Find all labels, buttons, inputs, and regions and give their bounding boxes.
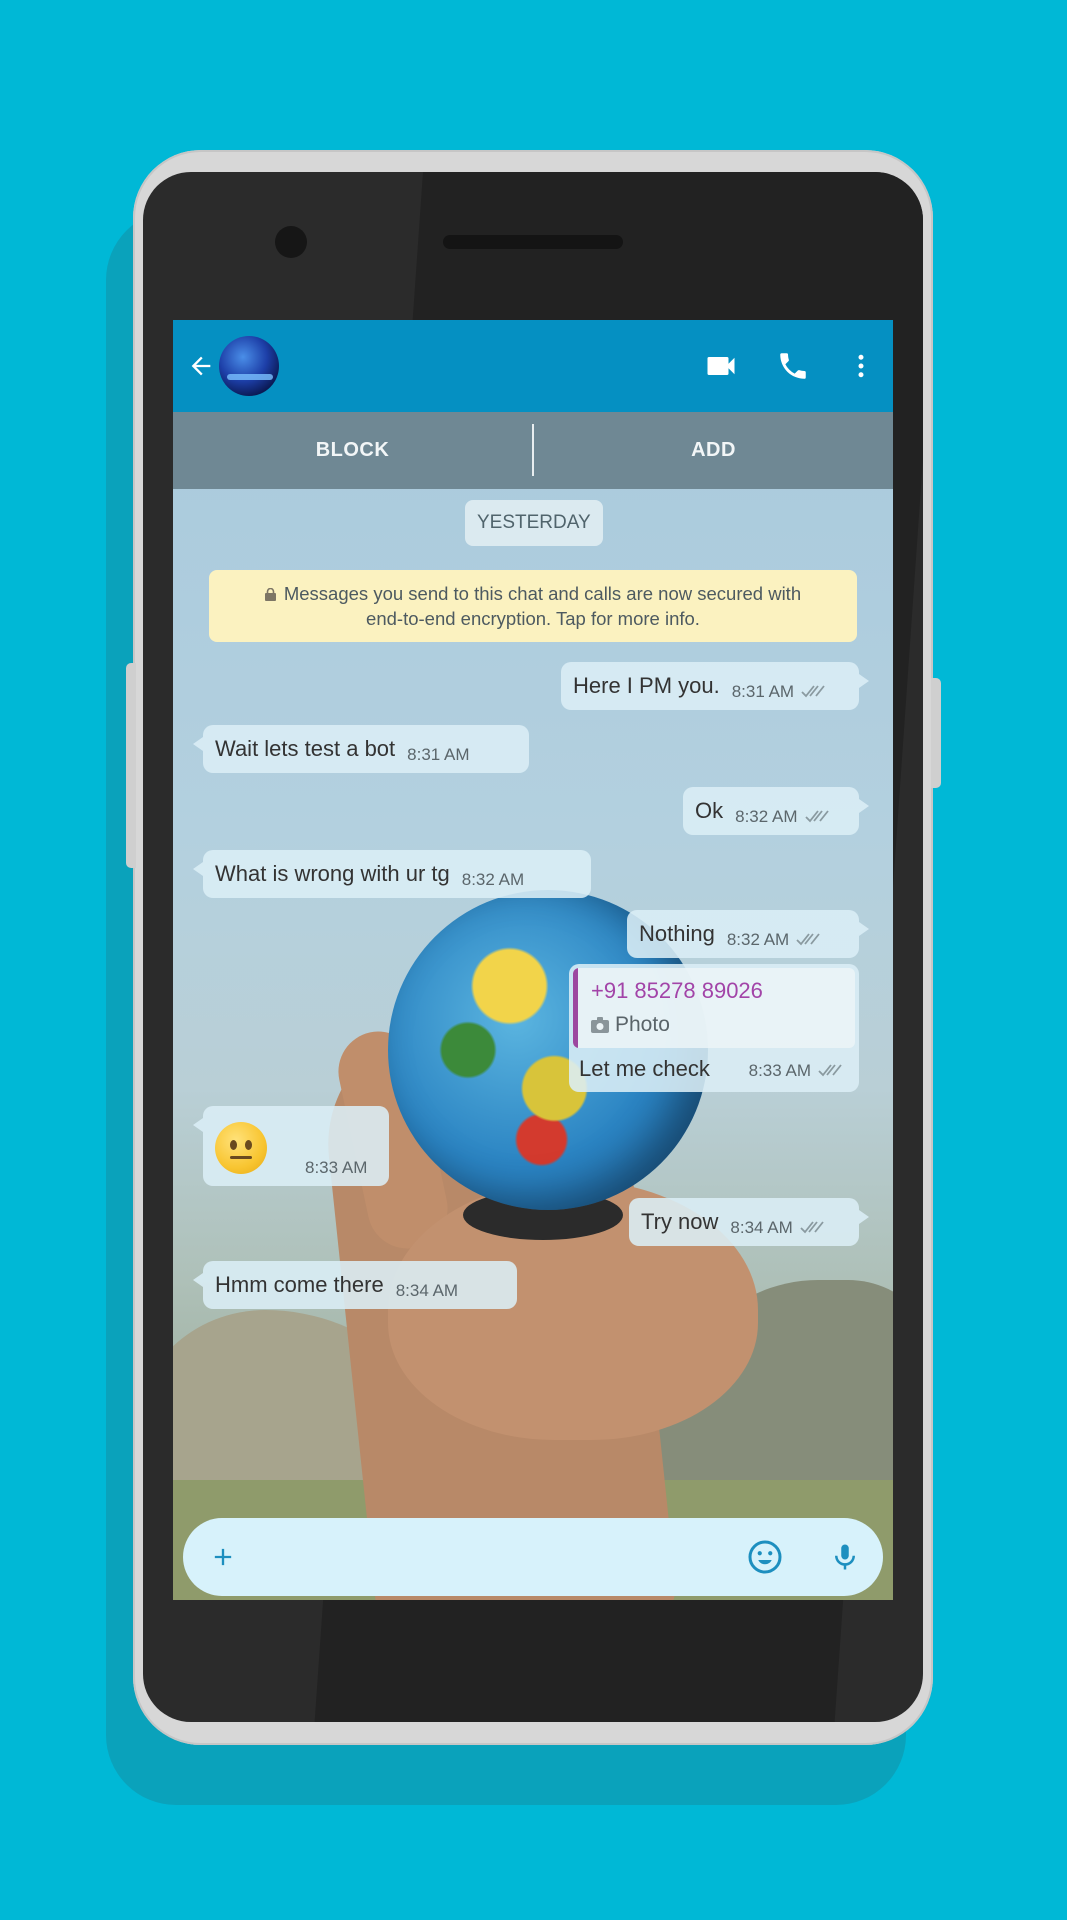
- message-input[interactable]: [263, 1534, 687, 1582]
- back-arrow-icon[interactable]: [181, 346, 221, 386]
- quoted-content: Photo: [591, 1013, 670, 1037]
- encryption-text-line1: Messages you send to this chat and calls…: [283, 583, 802, 604]
- message-time: 8:33 AM: [749, 1061, 847, 1081]
- quote-accent-bar: [573, 968, 578, 1048]
- message-outgoing-reply[interactable]: +91 85278 89026 Photo Let me check 8:33 …: [569, 964, 859, 1092]
- contact-avatar[interactable]: [219, 336, 279, 396]
- message-compose-bar: [183, 1518, 883, 1596]
- message-outgoing[interactable]: Try now 8:34 AM: [629, 1198, 869, 1246]
- message-outgoing[interactable]: Here I PM you. 8:31 AM: [561, 662, 869, 710]
- message-text: What is wrong with ur tg: [215, 861, 450, 886]
- message-time: 8:32 AM: [727, 930, 825, 950]
- quoted-sender: +91 85278 89026: [591, 978, 763, 1003]
- message-text: Wait lets test a bot: [215, 736, 396, 761]
- front-camera: [275, 226, 307, 258]
- video-call-icon[interactable]: [697, 342, 745, 390]
- message-time: 8:34 AM: [395, 1281, 459, 1300]
- message-time: 8:33 AM: [305, 1158, 368, 1177]
- encryption-notice[interactable]: Messages you send to this chat and calls…: [209, 570, 857, 642]
- lock-icon: [264, 588, 276, 601]
- message-incoming[interactable]: What is wrong with ur tg 8:32 AM: [193, 850, 591, 898]
- message-text: Here I PM you.: [573, 673, 720, 698]
- message-time: 8:32 AM: [461, 870, 525, 889]
- voice-call-icon[interactable]: [769, 342, 817, 390]
- message-time: 8:31 AM: [732, 682, 830, 702]
- message-text: Ok: [695, 798, 724, 823]
- message-time: 8:34 AM: [730, 1218, 828, 1238]
- chat-app-bar: [173, 320, 893, 412]
- message-text: Try now: [641, 1209, 719, 1234]
- more-vert-icon[interactable]: [837, 342, 885, 390]
- add-contact-button[interactable]: ADD: [534, 412, 893, 489]
- neutral-face-emoji-icon: [215, 1122, 267, 1174]
- message-incoming[interactable]: Wait lets test a bot 8:31 AM: [193, 725, 529, 773]
- encryption-text-line2: end-to-end encryption. Tap for more info…: [366, 608, 700, 629]
- power-button: [931, 678, 941, 788]
- read-ticks-icon: [818, 1064, 842, 1077]
- message-time: 8:32 AM: [735, 807, 833, 827]
- read-ticks-icon: [804, 810, 829, 823]
- message-incoming[interactable]: Hmm come there 8:34 AM: [193, 1261, 517, 1309]
- message-text: Let me check: [579, 1056, 710, 1081]
- emoji-icon[interactable]: [741, 1533, 789, 1581]
- chat-screen: BLOCK ADD YESTERDAY Messages you send to…: [173, 320, 893, 1600]
- quoted-message[interactable]: +91 85278 89026 Photo: [573, 968, 855, 1048]
- volume-button: [126, 663, 136, 868]
- message-text: Hmm come there: [215, 1272, 384, 1297]
- earpiece-speaker: [443, 235, 623, 249]
- message-outgoing[interactable]: Ok 8:32 AM: [683, 787, 869, 835]
- read-ticks-icon: [800, 1221, 824, 1234]
- date-chip: YESTERDAY: [465, 500, 603, 546]
- block-button[interactable]: BLOCK: [173, 412, 532, 489]
- message-time: 8:31 AM: [407, 745, 470, 764]
- microphone-icon[interactable]: [821, 1533, 869, 1581]
- message-incoming-emoji[interactable]: 8:33 AM: [193, 1106, 389, 1186]
- add-attachment-icon[interactable]: [199, 1533, 247, 1581]
- message-outgoing[interactable]: Nothing 8:32 AM: [627, 910, 869, 958]
- read-ticks-icon: [801, 685, 825, 698]
- message-text: Nothing: [639, 921, 715, 946]
- read-ticks-icon: [796, 933, 820, 946]
- unknown-contact-bar: BLOCK ADD: [173, 412, 893, 489]
- camera-icon: [591, 1017, 609, 1033]
